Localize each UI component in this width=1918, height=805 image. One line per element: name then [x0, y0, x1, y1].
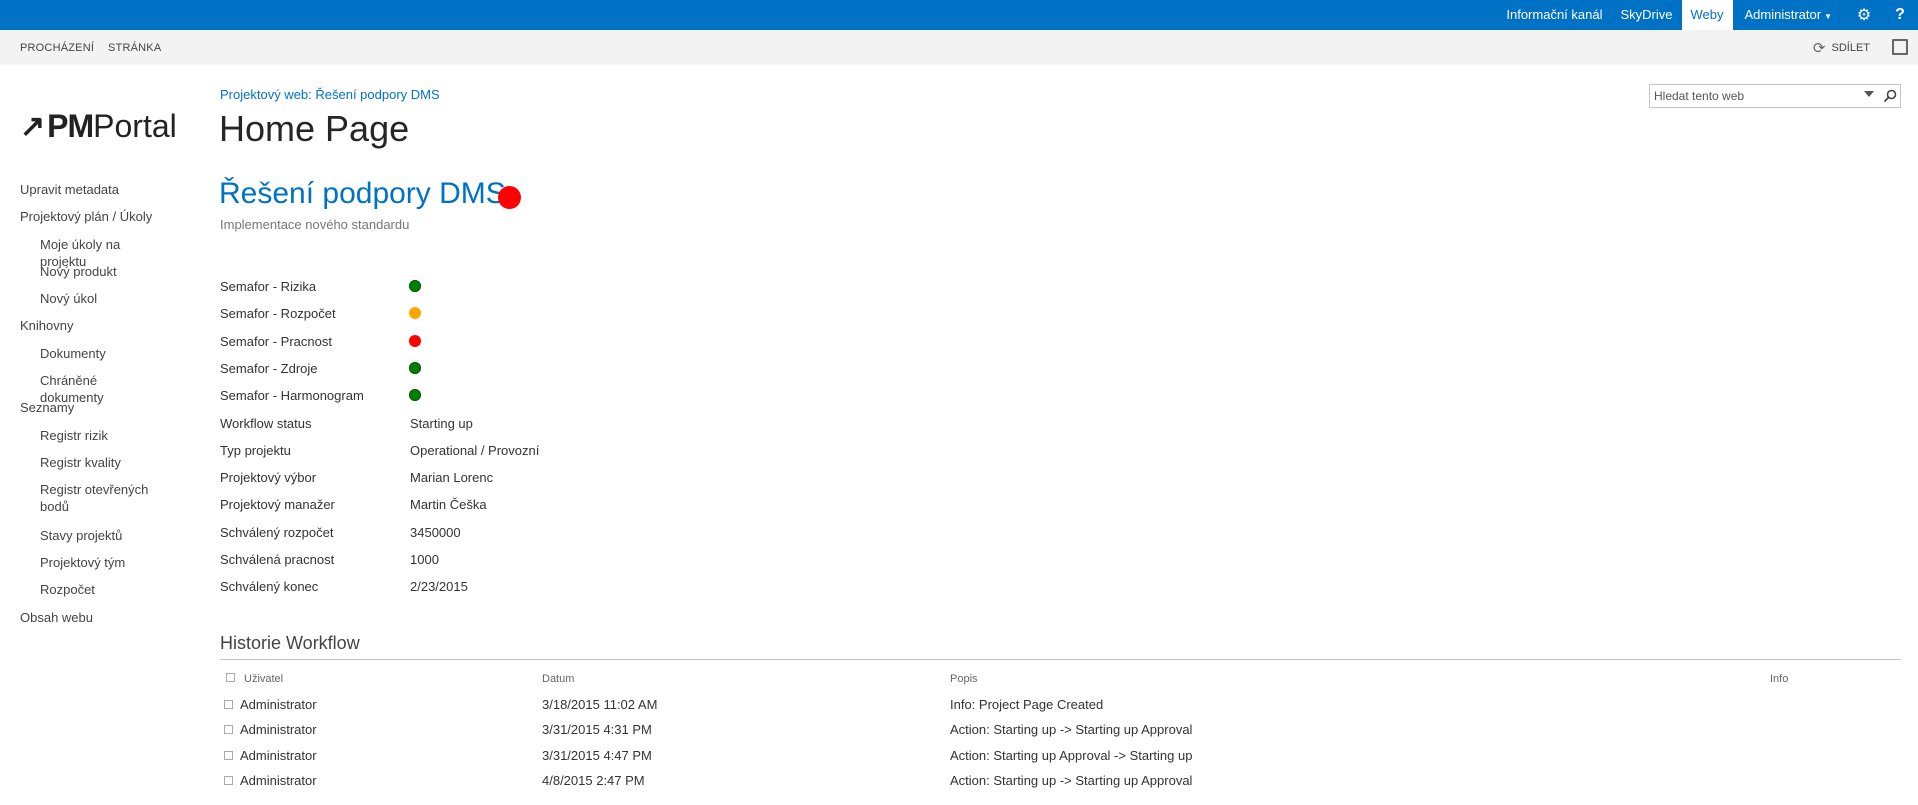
- nav-item-budget[interactable]: Rozpočet: [40, 581, 160, 598]
- nav-item-new-product[interactable]: Nový produkt: [40, 263, 160, 280]
- breadcrumb[interactable]: Projektový web: Řešení podpory DMS: [220, 87, 440, 102]
- logo-text-regular: Portal: [93, 108, 177, 144]
- focus-on-content-icon[interactable]: [1892, 39, 1908, 55]
- row-checkbox[interactable]: [224, 725, 233, 734]
- status-dot-green-icon: [409, 280, 421, 292]
- nav-item-project-plan[interactable]: Projektový plán / Úkoly: [20, 208, 152, 225]
- property-label: Typ projektu: [220, 443, 291, 458]
- property-value: 3450000: [410, 525, 461, 540]
- property-value: Operational / Provozní: [410, 443, 540, 458]
- property-value: Starting up: [410, 416, 473, 431]
- nav-item-lists[interactable]: Seznamy: [20, 399, 74, 416]
- logo-text-bold: PM: [47, 108, 94, 144]
- property-value: 2/23/2015: [410, 579, 468, 594]
- status-dot-orange-icon: [409, 307, 421, 319]
- row-description: Info: Project Page Created: [950, 697, 1104, 712]
- row-date: 3/18/2015 11:02 AM: [542, 697, 658, 712]
- project-subtitle: Implementace nového standardu: [220, 217, 410, 232]
- property-label: Projektový výbor: [220, 470, 317, 485]
- share-label: SDÍLET: [1831, 41, 1870, 54]
- nav-item-quality-register[interactable]: Registr kvality: [40, 454, 160, 471]
- row-checkbox[interactable]: [224, 700, 233, 709]
- nav-item-edit-metadata[interactable]: Upravit metadata: [20, 181, 119, 198]
- row-date: 4/8/2015 2:47 PM: [542, 773, 645, 788]
- search-input[interactable]: [1654, 88, 1854, 104]
- nav-item-open-points-register[interactable]: Registr otevřených bodů: [40, 481, 160, 515]
- property-label: Schválený rozpočet: [220, 525, 334, 540]
- workflow-history-title: Historie Workflow: [220, 633, 360, 653]
- suite-links: Informační kanál SkyDrive Weby Administr…: [1497, 0, 1918, 30]
- chevron-down-icon: ▼: [1824, 12, 1832, 21]
- page-title: Home Page: [219, 108, 410, 149]
- row-description: Action: Starting up Approval -> Starting…: [950, 748, 1193, 763]
- nav-item-project-states[interactable]: Stavy projektů: [40, 527, 160, 544]
- nav-item-project-team[interactable]: Projektový tým: [40, 554, 160, 571]
- search-box: [1649, 84, 1901, 108]
- help-icon[interactable]: ?: [1882, 0, 1918, 30]
- semaphore-label-effort: Semafor - Pracnost: [220, 334, 332, 349]
- share-icon: ⟳: [1812, 39, 1826, 57]
- semaphore-label-risks: Semafor - Rizika: [220, 279, 317, 294]
- select-all-checkbox[interactable]: [226, 673, 235, 682]
- user-name: Administrator: [1744, 7, 1822, 22]
- nav-item-libraries[interactable]: Knihovny: [20, 317, 73, 334]
- semaphore-label-schedule: Semafor - Harmonogram: [220, 388, 364, 403]
- suite-link-newsfeed[interactable]: Informační kanál: [1497, 0, 1611, 30]
- row-date: 3/31/2015 4:47 PM: [542, 748, 652, 763]
- nav-item-risk-register[interactable]: Registr rizik: [40, 427, 160, 444]
- column-header-date[interactable]: Datum: [542, 673, 574, 685]
- property-label: Workflow status: [220, 416, 312, 431]
- property-value: Martin Češka: [410, 497, 487, 512]
- row-date: 3/31/2015 4:31 PM: [542, 722, 652, 737]
- search-scope-dropdown-icon[interactable]: [1864, 91, 1874, 97]
- semaphore-label-budget: Semafor - Rozpočet: [220, 306, 336, 321]
- suite-bar: Informační kanál SkyDrive Weby Administr…: [0, 0, 1918, 30]
- gear-icon[interactable]: ⚙: [1846, 0, 1882, 30]
- project-title: Řešení podpory DMS: [219, 177, 506, 210]
- row-user: Administrator: [240, 697, 317, 712]
- column-header-user[interactable]: Uživatel: [244, 673, 283, 685]
- property-label: Projektový manažer: [220, 497, 335, 512]
- tab-page[interactable]: STRÁNKA: [108, 30, 161, 65]
- property-label: Schválená pracnost: [220, 552, 335, 567]
- project-status-indicator: [498, 186, 521, 209]
- search-icon[interactable]: [1882, 88, 1898, 104]
- row-description: Action: Starting up -> Starting up Appro…: [950, 722, 1193, 737]
- share-button[interactable]: ⟳ SDÍLET: [1813, 30, 1870, 65]
- section-divider: [220, 659, 1901, 660]
- row-description: Action: Starting up -> Starting up Appro…: [950, 773, 1193, 788]
- row-user: Administrator: [240, 722, 317, 737]
- status-dot-red-icon: [409, 335, 421, 347]
- semaphore-label-resources: Semafor - Zdroje: [220, 361, 318, 376]
- logo-mark-icon: ↗: [20, 110, 46, 143]
- user-menu[interactable]: Administrator ▼: [1733, 0, 1847, 30]
- row-checkbox[interactable]: [224, 751, 233, 760]
- tab-browse[interactable]: PROCHÁZENÍ: [20, 30, 94, 65]
- row-checkbox[interactable]: [224, 776, 233, 785]
- ribbon: PROCHÁZENÍ STRÁNKA ⟳ SDÍLET: [0, 30, 1918, 65]
- property-label: Schválený konec: [220, 579, 319, 594]
- site-logo[interactable]: ↗ PM Portal: [20, 108, 177, 145]
- nav-item-documents[interactable]: Dokumenty: [40, 345, 160, 362]
- nav-item-new-task[interactable]: Nový úkol: [40, 290, 160, 307]
- property-value: 1000: [410, 552, 439, 567]
- column-header-info[interactable]: Info: [1770, 673, 1788, 685]
- status-dot-green-icon: [409, 362, 421, 374]
- nav-item-site-contents[interactable]: Obsah webu: [20, 609, 93, 626]
- row-user: Administrator: [240, 773, 317, 788]
- status-dot-green-icon: [409, 389, 421, 401]
- suite-link-sites[interactable]: Weby: [1681, 0, 1733, 30]
- column-header-description[interactable]: Popis: [950, 673, 978, 685]
- row-user: Administrator: [240, 748, 317, 763]
- property-value: Marian Lorenc: [410, 470, 494, 485]
- suite-link-skydrive[interactable]: SkyDrive: [1611, 0, 1681, 30]
